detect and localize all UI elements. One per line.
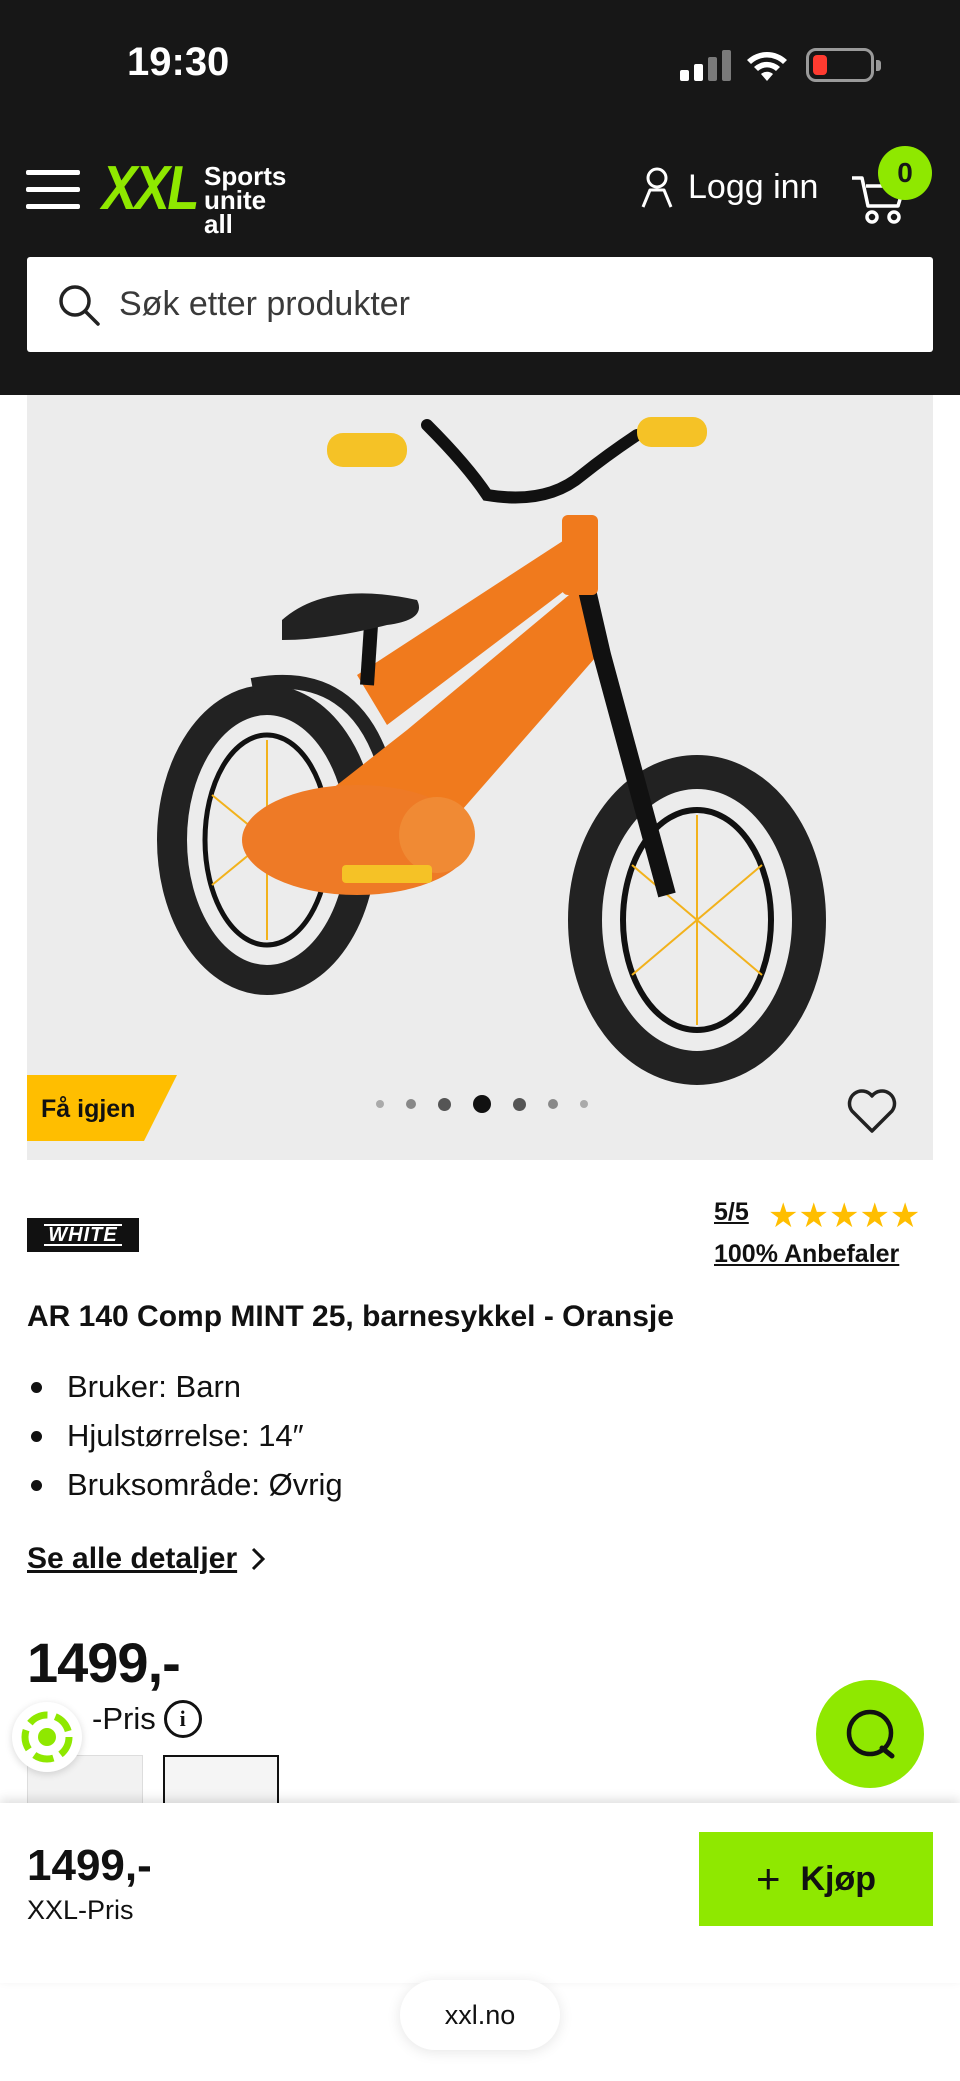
carousel-dot-active[interactable] [473, 1095, 491, 1113]
brand-logo[interactable]: WHITE [27, 1218, 139, 1252]
search-input[interactable] [119, 285, 899, 324]
carousel-dot[interactable] [580, 1100, 588, 1108]
plus-icon: + [755, 1855, 781, 1902]
feature-list: Bruker: Barn Hjulstørrelse: 14″ Bruksomr… [27, 1362, 343, 1509]
feature-item: Bruker: Barn [27, 1362, 343, 1411]
product-title: AR 140 Comp MINT 25, barnesykkel - Orans… [27, 1300, 674, 1333]
recommend-link[interactable]: 100% Anbefaler [714, 1240, 899, 1269]
bicycle-illustration [157, 417, 826, 1085]
site-header: XXL Sports unite all Logg inn 0 [0, 130, 960, 395]
status-bar: 19:30 [0, 0, 960, 130]
cart-count-badge: 0 [878, 146, 932, 200]
chat-button[interactable] [816, 1680, 924, 1788]
feature-item: Bruksområde: Øvrig [27, 1460, 343, 1509]
search-bar[interactable] [27, 257, 933, 352]
cellular-signal-icon [680, 49, 732, 81]
carousel-dot[interactable] [548, 1099, 558, 1109]
wifi-icon [747, 52, 787, 81]
see-all-details-link[interactable]: Se alle detaljer [27, 1542, 269, 1576]
carousel-dot[interactable] [376, 1100, 384, 1108]
user-icon [641, 167, 673, 208]
logo-text: XXL [102, 153, 199, 223]
browser-url-bar[interactable]: xxl.no [400, 1980, 560, 2050]
carousel-dot[interactable] [406, 1099, 416, 1109]
status-time: 19:30 [127, 40, 230, 84]
menu-icon[interactable] [26, 170, 82, 210]
info-icon[interactable]: i [163, 1700, 202, 1738]
product-image[interactable] [27, 395, 933, 1160]
rating-stars: ★★★★★ [768, 1197, 921, 1235]
login-label: Logg inn [688, 167, 819, 206]
price-label: -Pris i [92, 1700, 202, 1738]
search-icon [59, 284, 100, 326]
buy-button-label: Kjøp [800, 1859, 877, 1898]
xxl-logo[interactable]: XXL Sports unite all [102, 154, 286, 238]
login-button[interactable]: Logg inn [640, 166, 818, 208]
buybar-price: 1499,- [27, 1841, 152, 1890]
carousel-dot[interactable] [438, 1097, 451, 1111]
buy-button[interactable]: + Kjøp [699, 1832, 933, 1926]
image-carousel-dots[interactable] [376, 1095, 588, 1113]
battery-icon [806, 48, 881, 82]
logo-tagline: Sports unite all [204, 161, 287, 239]
product-price: 1499,- [27, 1631, 181, 1694]
sticky-buy-bar: 1499,- XXL-Pris + Kjøp [0, 1803, 960, 1983]
carousel-dot[interactable] [513, 1097, 526, 1111]
chat-icon [846, 1709, 895, 1759]
rating-score[interactable]: 5/5 [714, 1198, 749, 1227]
eco-badge-icon[interactable] [12, 1702, 82, 1772]
buybar-price-label: XXL-Pris [27, 1895, 134, 1925]
feature-item: Hjulstørrelse: 14″ [27, 1411, 343, 1460]
favorite-heart-icon[interactable] [846, 1088, 898, 1134]
chevron-right-icon [252, 1547, 266, 1571]
